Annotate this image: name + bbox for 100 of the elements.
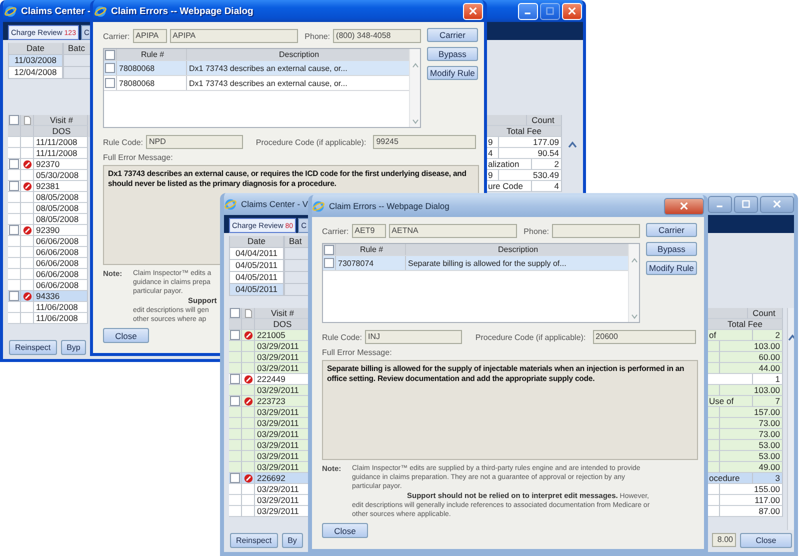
carrier-code-field[interactable]: AET9 <box>352 224 386 238</box>
table-cell[interactable]: 03/29/2011 <box>255 506 309 517</box>
table-cell[interactable]: 03/29/2011 <box>255 451 309 462</box>
table-cell <box>708 352 720 363</box>
table-cell: 155.00 <box>720 484 783 495</box>
table-cell[interactable]: 03/29/2011 <box>255 418 309 429</box>
table-cell[interactable]: 06/06/2008 <box>34 247 88 258</box>
phone-field[interactable]: (800) 348-4058 <box>333 29 422 43</box>
table-cell[interactable]: 92381 <box>34 181 88 192</box>
table-cell <box>21 203 34 214</box>
document-icon <box>244 308 252 318</box>
carrier-name-field[interactable]: AETNA <box>388 224 517 238</box>
table-cell[interactable]: 06/06/2008 <box>34 258 88 269</box>
table-cell[interactable]: 08/05/2008 <box>34 214 88 225</box>
table-cell[interactable]: 92390 <box>34 225 88 236</box>
table-cell[interactable]: 226692 <box>255 473 309 484</box>
procedure-code-field[interactable]: 20600 <box>592 330 696 344</box>
table-cell: 4 <box>532 181 562 192</box>
table-cell[interactable]: 03/29/2011 <box>255 363 309 374</box>
dialog-button[interactable]: Modify Rule <box>646 261 697 275</box>
table-cell[interactable]: 221005 <box>255 330 309 341</box>
table-cell[interactable]: 03/29/2011 <box>255 484 309 495</box>
checkbox[interactable] <box>324 258 334 268</box>
table-cell <box>21 269 34 280</box>
table-cell: 7 <box>753 396 783 407</box>
table-cell[interactable]: 08/05/2008 <box>34 192 88 203</box>
checkbox[interactable] <box>105 78 115 88</box>
dialog-button[interactable]: Carrier <box>427 28 478 42</box>
table-cell <box>242 429 255 440</box>
rule-code-field[interactable]: NPD <box>146 135 243 149</box>
table-cell <box>708 451 720 462</box>
table-cell <box>229 418 242 429</box>
table-row[interactable]: 78080068 Dx1 73743 describes an external cause, or... <box>104 61 410 76</box>
table-cell[interactable]: 06/06/2008 <box>34 269 88 280</box>
table-row[interactable]: 78080068 Dx1 73743 describes an external cause, or... <box>104 76 410 91</box>
dialog-button[interactable]: Modify Rule <box>427 66 478 80</box>
table-cell[interactable]: 11/03/2008 <box>8 55 63 67</box>
close-button[interactable]: Close <box>103 328 149 343</box>
close-button[interactable] <box>760 196 794 212</box>
table-cell[interactable]: 11/06/2008 <box>34 313 88 324</box>
footer-button[interactable]: Byp <box>60 340 86 354</box>
phone-field[interactable] <box>552 224 640 238</box>
table-cell[interactable]: 222449 <box>255 374 309 385</box>
dialog-button[interactable]: Carrier <box>646 223 697 237</box>
scroll-down-icon <box>412 119 419 124</box>
table-cell[interactable]: 94336 <box>34 291 88 302</box>
table-cell[interactable]: 03/29/2011 <box>255 352 309 363</box>
field-label: Procedure Code (if applicable): <box>256 138 366 146</box>
table-cell <box>242 451 255 462</box>
scrollbar[interactable] <box>409 49 420 127</box>
table-cell[interactable]: 03/29/2011 <box>255 407 309 418</box>
close-button[interactable] <box>664 198 704 214</box>
table-cell[interactable]: 03/29/2011 <box>255 440 309 451</box>
table-cell <box>229 352 242 363</box>
scrollbar[interactable] <box>787 308 794 530</box>
scroll-up-icon <box>412 63 419 68</box>
table-cell[interactable]: 04/05/2011 <box>229 272 284 284</box>
table-cell[interactable]: 11/11/2008 <box>34 137 88 148</box>
table-cell: alization <box>487 159 532 170</box>
table-cell[interactable]: 12/04/2008 <box>8 67 63 79</box>
table-cell[interactable]: 05/30/2008 <box>34 170 88 181</box>
table-cell[interactable]: 11/06/2008 <box>34 302 88 313</box>
procedure-code-field[interactable]: 99245 <box>373 135 476 149</box>
table-cell[interactable]: 08/05/2008 <box>34 203 88 214</box>
table-cell[interactable]: 04/04/2011 <box>229 248 284 260</box>
column-header: Visit # <box>255 308 309 319</box>
scroll-up-icon <box>568 141 576 148</box>
table-cell[interactable]: 92370 <box>34 159 88 170</box>
checkbox[interactable] <box>324 244 334 254</box>
dialog-button[interactable]: Bypass <box>646 242 697 256</box>
table-cell[interactable]: 04/05/2011 <box>229 284 284 296</box>
checkbox[interactable] <box>105 50 115 60</box>
dialog-button[interactable]: Bypass <box>427 47 478 61</box>
table-cell[interactable]: 03/29/2011 <box>255 429 309 440</box>
table-cell[interactable]: 03/29/2011 <box>255 495 309 506</box>
footer-button[interactable]: Reinspect <box>9 340 57 354</box>
table-cell[interactable]: 03/29/2011 <box>255 385 309 396</box>
table-cell <box>229 440 242 451</box>
scrollbar[interactable] <box>628 244 640 322</box>
table-cell-text: Dx1 73743 describes an external cause, or... <box>188 62 348 74</box>
carrier-name-field[interactable]: APIPA <box>170 29 298 43</box>
close-button[interactable]: Close <box>740 532 792 548</box>
minimize-button[interactable] <box>708 196 732 212</box>
table-cell[interactable]: 06/06/2008 <box>34 280 88 291</box>
table-cell[interactable]: 03/29/2011 <box>255 341 309 352</box>
footer-button[interactable]: By <box>282 532 303 548</box>
rule-code-field[interactable]: INJ <box>365 330 462 344</box>
table-cell[interactable]: 223723 <box>255 396 309 407</box>
table-cell[interactable]: 04/05/2011 <box>229 260 284 272</box>
table-row[interactable]: 73078074 Separate billing is allowed for the supply of... <box>323 256 628 271</box>
close-button[interactable]: Close <box>322 523 368 538</box>
table-cell[interactable]: 03/29/2011 <box>255 462 309 473</box>
footer-button[interactable]: Reinspect <box>230 532 278 548</box>
maximize-button[interactable] <box>734 196 758 212</box>
checkbox[interactable] <box>105 63 115 73</box>
carrier-code-field[interactable]: APIPA <box>132 29 167 43</box>
table-cell[interactable]: 06/06/2008 <box>34 236 88 247</box>
table-cell <box>8 247 21 258</box>
table-cell[interactable]: 11/11/2008 <box>34 148 88 159</box>
total-field[interactable]: 8.00 <box>712 533 736 547</box>
